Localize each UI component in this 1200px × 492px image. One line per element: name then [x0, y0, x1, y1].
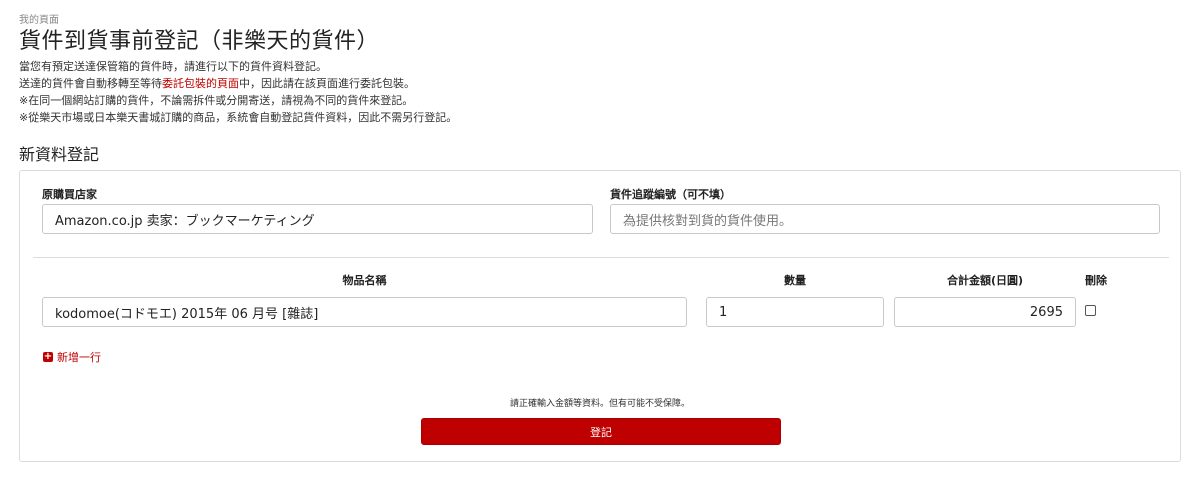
intro-line-1: 當您有預定送達保管箱的貨件時，請進行以下的貨件資料登記。	[19, 60, 327, 73]
intro-line-3: ※在同一個網站訂購的貨件，不論需拆件或分開寄送，請視為不同的貨件來登記。	[19, 94, 414, 107]
store-label: 原購買店家	[42, 188, 97, 201]
column-header-delete: 刪除	[1085, 274, 1107, 287]
plus-icon: +	[43, 351, 53, 362]
packaging-page-link[interactable]: 委託包裝的頁面	[162, 77, 239, 90]
delete-checkbox[interactable]	[1085, 305, 1096, 316]
tracking-input[interactable]: 為提供核對到貨的貨件使用。	[610, 204, 1160, 234]
add-row-button[interactable]: + 新增一行	[43, 349, 101, 365]
item-name-input[interactable]: kodomoe(コドモエ) 2015年 06 月号 [雜誌]	[42, 297, 687, 327]
intro-line-4: ※從樂天市場或日本樂天書城訂購的商品，系統會自動登記貨件資料，因此不需另行登記。	[19, 111, 458, 124]
store-input[interactable]: Amazon.co.jp 卖家：ブックマーケティング	[42, 204, 593, 234]
registration-form: 原購買店家 Amazon.co.jp 卖家：ブックマーケティング 貨件追蹤編號（…	[19, 170, 1181, 462]
section-title: 新資料登記	[19, 145, 100, 164]
tracking-label: 貨件追蹤編號（可不填）	[610, 188, 731, 201]
page-title: 貨件到貨事前登記（非樂天的貨件）	[19, 29, 380, 54]
intro-text: 當您有預定送達保管箱的貨件時，請進行以下的貨件資料登記。 送達的貨件會自動移轉至…	[19, 58, 457, 126]
submit-button[interactable]: 登記	[421, 418, 781, 445]
intro-line-2: 送達的貨件會自動移轉至等待委託包裝的頁面中，因此請在該頁面進行委託包裝。	[19, 75, 457, 92]
item-total-input[interactable]: 2695	[894, 297, 1076, 327]
column-header-qty: 數量	[784, 274, 806, 287]
intro-line-2-start: 送達的貨件會自動移轉至等待	[19, 77, 162, 90]
column-header-name: 物品名稱	[342, 274, 387, 287]
column-header-total: 合計金額(日圓)	[946, 274, 1024, 287]
add-row-label: 新增一行	[57, 351, 101, 364]
intro-line-2-end: 中，因此請在該頁面進行委託包裝。	[239, 77, 415, 90]
item-qty-input[interactable]: 1	[706, 297, 884, 327]
notice-text: 請正確輸入金額等資料。但有可能不受保障。	[509, 399, 690, 409]
divider	[33, 257, 1169, 258]
